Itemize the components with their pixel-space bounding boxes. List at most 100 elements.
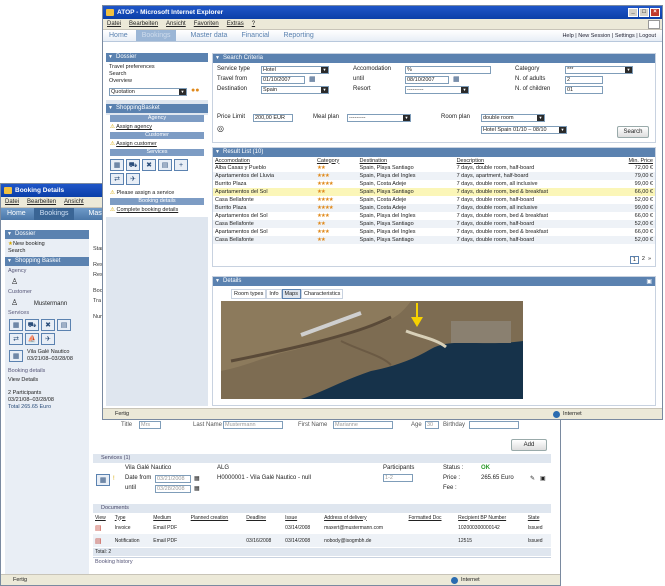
menu-ansicht[interactable]: Ansicht xyxy=(64,197,84,207)
adults-field[interactable]: 2 xyxy=(565,76,603,84)
refresh-icon[interactable]: ◎ xyxy=(217,124,224,133)
resort-select[interactable]: --------- xyxy=(405,86,469,94)
col-category[interactable]: Category xyxy=(315,157,358,164)
age-field[interactable]: 30 xyxy=(425,421,439,429)
doc-col-issue[interactable]: Issue xyxy=(283,514,322,521)
table-row[interactable]: Casa Bellafonte ★★ Spain, Playa Santiago 7 … xyxy=(213,220,655,228)
calendar-icon[interactable]: ▦ xyxy=(453,75,460,83)
doc-col-deadline[interactable]: Deadline xyxy=(244,514,283,521)
shopping-basket-head[interactable]: ShoppingBasket xyxy=(106,104,208,113)
calendar-from-icon[interactable]: ▦ xyxy=(194,475,200,482)
category-select[interactable]: *** xyxy=(565,66,633,74)
table-row[interactable]: Apartamentos del Sol ★★★ Spain, Playa del … xyxy=(213,212,655,220)
assign-customer-link[interactable]: Assign customer xyxy=(116,141,157,147)
dossier-panel-head[interactable]: Dossier xyxy=(106,53,208,62)
tab-characteristics[interactable]: Characteristics xyxy=(301,289,344,299)
doc-col-address[interactable]: Address of delivery xyxy=(322,514,406,521)
doc-col-formatted[interactable]: Formatted Doc xyxy=(406,514,456,521)
flight-service-icon[interactable]: ✈ xyxy=(41,333,55,345)
hotel-preset-select[interactable]: Hotel Spain 01/10 – 08/10 xyxy=(481,126,567,134)
search-criteria-head[interactable]: Search Criteria xyxy=(213,54,655,63)
close-icon[interactable]: × xyxy=(650,8,660,17)
doc-col-type[interactable]: Type xyxy=(113,514,152,521)
service-participants-field[interactable]: 1-2 xyxy=(383,474,413,482)
col-accomodation[interactable]: Accomodation xyxy=(213,157,315,164)
agency-person-icon[interactable]: ♙ xyxy=(5,276,89,287)
calendar-until-icon[interactable]: ▦ xyxy=(194,485,200,492)
tab-info[interactable]: Info xyxy=(266,289,282,299)
next-page-link[interactable]: » xyxy=(648,256,651,264)
tab-financial[interactable]: Financial xyxy=(241,30,269,41)
view-details-link[interactable]: View Details xyxy=(5,376,89,384)
calendar-icon[interactable]: ▦ xyxy=(309,75,316,83)
car-service-icon[interactable]: ⛟ xyxy=(25,319,39,331)
table-row[interactable]: Apartamentos del Lluvia ★★★ Spain, Playa d… xyxy=(213,172,655,180)
table-row[interactable]: Casa Bellafonte ★★★★ Spain, Costa Adeje 7 d… xyxy=(213,196,655,204)
menu-datei[interactable]: Datei xyxy=(107,19,121,29)
last-name-field[interactable]: Mustermann xyxy=(223,421,283,429)
table-row-selected[interactable]: Apartamentos del Sol ★★ Spain, Playa Santi… xyxy=(213,188,655,196)
table-row[interactable]: ▤ Notification Email PDF 03/16/2008 03/1… xyxy=(93,534,551,547)
col-destination[interactable]: Destination xyxy=(358,157,455,164)
car-service-icon[interactable]: ⛟ xyxy=(126,159,140,171)
service-until-field[interactable]: 03/28/2008 xyxy=(155,485,191,493)
maximize-icon[interactable]: □ xyxy=(639,8,649,17)
assign-agency-link[interactable]: Assign agency xyxy=(116,124,152,130)
col-description[interactable]: Description xyxy=(455,157,609,164)
remove-service-icon[interactable]: ✖ xyxy=(142,159,156,171)
remove-service-icon[interactable]: ✖ xyxy=(41,319,55,331)
search-link[interactable]: Search xyxy=(109,71,205,78)
document-service-icon[interactable]: ▤ xyxy=(57,319,71,331)
tab-room-types[interactable]: Room types xyxy=(231,289,267,299)
menu-help[interactable]: ? xyxy=(252,19,255,29)
service-date-from-field[interactable]: 03/21/2008 xyxy=(155,475,191,483)
until-field[interactable]: 08/10/2007 xyxy=(405,76,449,84)
hotel-service-icon[interactable]: ▦ xyxy=(110,159,124,171)
tab-home[interactable]: Home xyxy=(7,208,26,220)
overview-link[interactable]: Overview xyxy=(109,78,205,85)
menu-datei[interactable]: Datei xyxy=(5,197,19,207)
new-booking-link[interactable]: ★New booking xyxy=(8,241,86,248)
complete-booking-link[interactable]: Complete booking details xyxy=(116,207,178,213)
dossier-panel-head[interactable]: Dossier xyxy=(5,230,89,239)
doc-col-view[interactable]: View xyxy=(93,514,113,521)
accomodation-field[interactable]: % xyxy=(405,66,491,74)
menu-bearbeiten[interactable]: Bearbeiten xyxy=(129,19,158,29)
tab-reporting[interactable]: Reporting xyxy=(283,30,313,41)
document-service-icon[interactable]: ▤ xyxy=(158,159,172,171)
first-name-field[interactable]: Marianne xyxy=(333,421,393,429)
hotel-icon[interactable]: ▦ xyxy=(9,350,23,362)
tab-home[interactable]: Home xyxy=(109,30,128,41)
tab-bookings[interactable]: Bookings xyxy=(33,208,75,220)
search-button[interactable]: Search xyxy=(617,126,649,138)
doc-col-bp[interactable]: Recipient BP Number xyxy=(456,514,526,521)
menu-favoriten[interactable]: Favoriten xyxy=(194,19,219,29)
satellite-map[interactable] xyxy=(221,301,523,399)
edit-service-icon[interactable]: ✎ xyxy=(530,475,535,482)
shopping-basket-head[interactable]: Shopping Basket xyxy=(5,257,89,266)
doc-col-state[interactable]: State xyxy=(526,514,551,521)
table-row[interactable]: Apartamentos del Sol ★★★ Spain, Playa del … xyxy=(213,228,655,236)
price-limit-field[interactable]: 200,00 EUR xyxy=(253,114,293,122)
result-list-head[interactable]: Result List (10) xyxy=(213,148,655,157)
service-type-select[interactable]: Hotel xyxy=(261,66,329,74)
customer-name[interactable]: Mustermann xyxy=(34,301,67,307)
travel-from-field[interactable]: 01/10/2007 xyxy=(261,76,305,84)
transfer-service-icon[interactable]: ⇄ xyxy=(110,173,124,185)
travel-preferences-link[interactable]: Travel preferences xyxy=(109,64,205,71)
title-field[interactable]: Mrs xyxy=(139,421,161,429)
destination-select[interactable]: Spain xyxy=(261,86,329,94)
table-row[interactable]: Burrito Plaza ★★★★ Spain, Costa Adeje 7 day… xyxy=(213,180,655,188)
dossier-status-select[interactable]: Quotation xyxy=(109,88,187,96)
maximize-panel-icon[interactable]: ▣ xyxy=(646,278,652,285)
pdf-icon[interactable]: ▤ xyxy=(95,538,102,545)
basket-hotel-name[interactable]: Vila Galé Nautico xyxy=(27,349,73,356)
session-links[interactable]: Help | New Session | Settings | Logout xyxy=(562,30,656,42)
pdf-icon[interactable]: ▤ xyxy=(95,525,102,532)
menu-extras[interactable]: Extras xyxy=(227,19,244,29)
hotel-service-icon[interactable]: ▦ xyxy=(9,319,23,331)
add-service-icon[interactable]: + xyxy=(174,159,188,171)
doc-col-medium[interactable]: Medium xyxy=(151,514,188,521)
delete-service-icon[interactable]: ▣ xyxy=(540,475,546,482)
documents-section-head[interactable]: Documents xyxy=(93,504,551,513)
